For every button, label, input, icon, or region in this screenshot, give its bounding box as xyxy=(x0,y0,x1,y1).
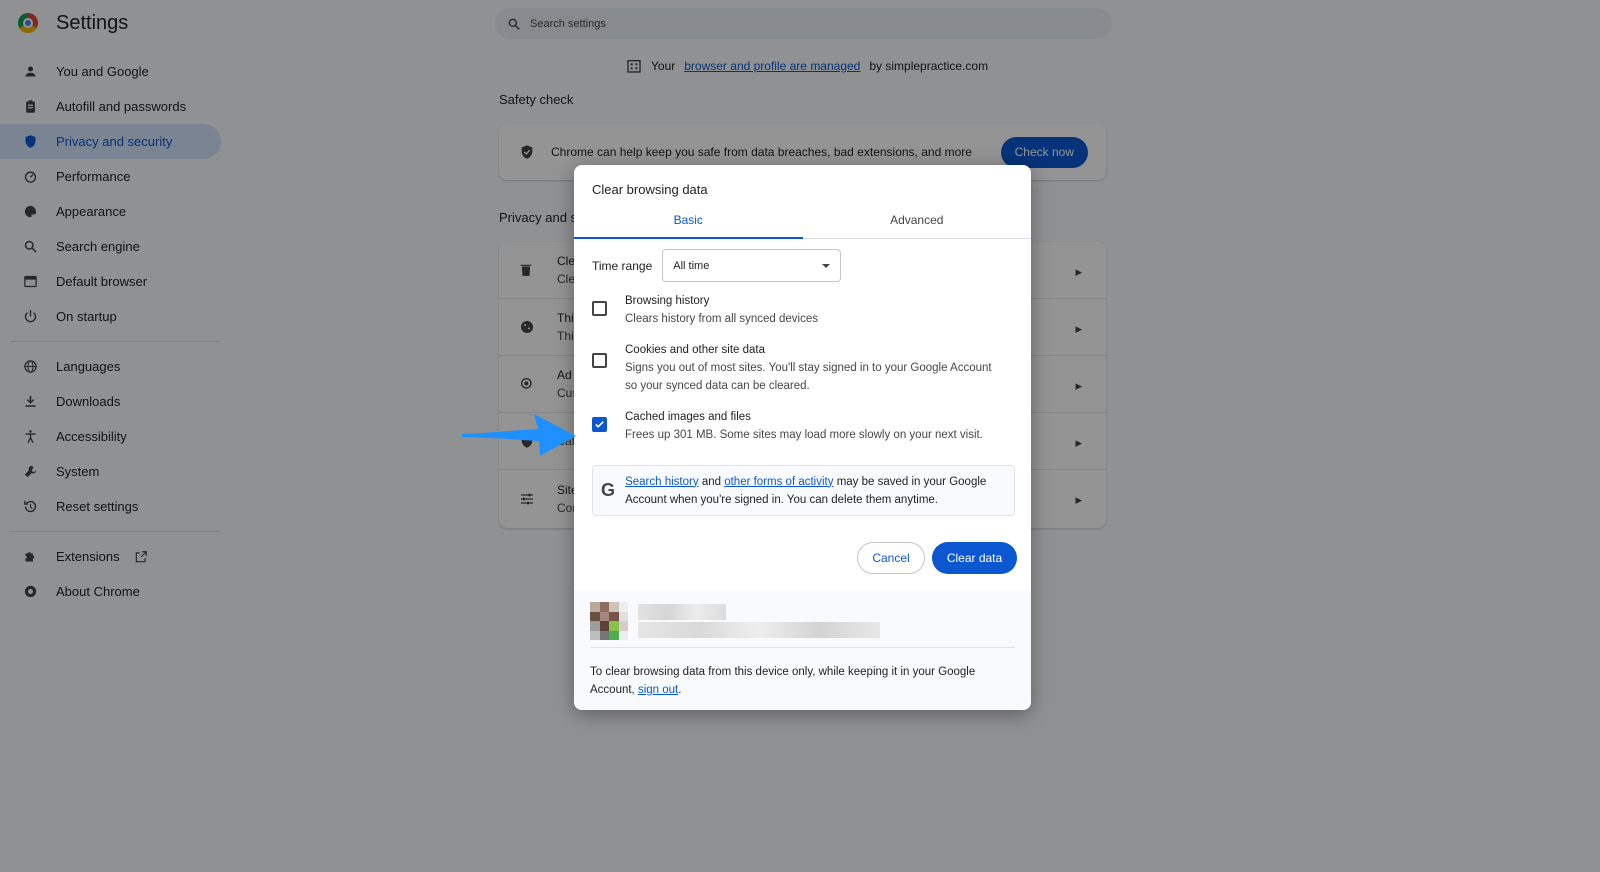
option-description: Frees up 301 MB. Some sites may load mor… xyxy=(625,429,983,441)
time-range-label: Time range xyxy=(592,258,653,273)
avatar xyxy=(590,602,628,640)
cookies-checkbox[interactable] xyxy=(592,353,607,368)
browsing-history-checkbox[interactable] xyxy=(592,301,607,316)
account-email-redacted xyxy=(638,622,880,638)
option-title: Browsing history xyxy=(625,295,710,307)
clear-browsing-data-dialog: Clear browsing data Basic Advanced Time … xyxy=(574,165,1031,710)
time-range-row: Time range All time xyxy=(592,249,842,282)
checkmark-icon xyxy=(595,421,604,428)
option-description: Signs you out of most sites. You'll stay… xyxy=(625,362,992,392)
sign-out-note: To clear browsing data from this device … xyxy=(590,663,1015,699)
account-section: To clear browsing data from this device … xyxy=(574,590,1031,710)
time-range-value: All time xyxy=(673,259,710,272)
search-history-link[interactable]: Search history xyxy=(625,476,699,488)
option-description: Clears history from all synced devices xyxy=(625,313,819,325)
cancel-button[interactable]: Cancel xyxy=(857,542,925,574)
option-cookies: Cookies and other site data Signs you out… xyxy=(592,341,1005,395)
other-activity-link[interactable]: other forms of activity xyxy=(724,476,833,488)
caret-down-icon xyxy=(822,263,831,268)
google-activity-note: G Search history and other forms of acti… xyxy=(592,465,1015,516)
note-and: and xyxy=(701,475,721,488)
dialog-title: Clear browsing data xyxy=(592,182,708,197)
google-g-icon: G xyxy=(601,480,616,500)
google-note-text: Search history and other forms of activi… xyxy=(625,473,1014,509)
option-title: Cookies and other site data xyxy=(625,344,766,356)
time-range-select[interactable]: All time xyxy=(662,249,842,282)
tab-advanced[interactable]: Advanced xyxy=(803,201,1032,238)
option-cached-images: Cached images and files Frees up 301 MB. … xyxy=(592,408,1005,444)
clear-data-button[interactable]: Clear data xyxy=(932,542,1017,574)
cached-images-checkbox[interactable] xyxy=(592,417,607,432)
sign-out-link[interactable]: sign out xyxy=(638,684,678,696)
dialog-tabs: Basic Advanced xyxy=(574,201,1031,239)
annotation-arrow-icon xyxy=(462,414,576,456)
option-browsing-history: Browsing history Clears history from all … xyxy=(592,292,1005,328)
account-row xyxy=(590,600,1015,648)
option-title: Cached images and files xyxy=(625,411,751,423)
footer-end: . xyxy=(678,684,682,696)
account-name-redacted xyxy=(638,604,726,620)
tab-basic[interactable]: Basic xyxy=(574,201,803,239)
